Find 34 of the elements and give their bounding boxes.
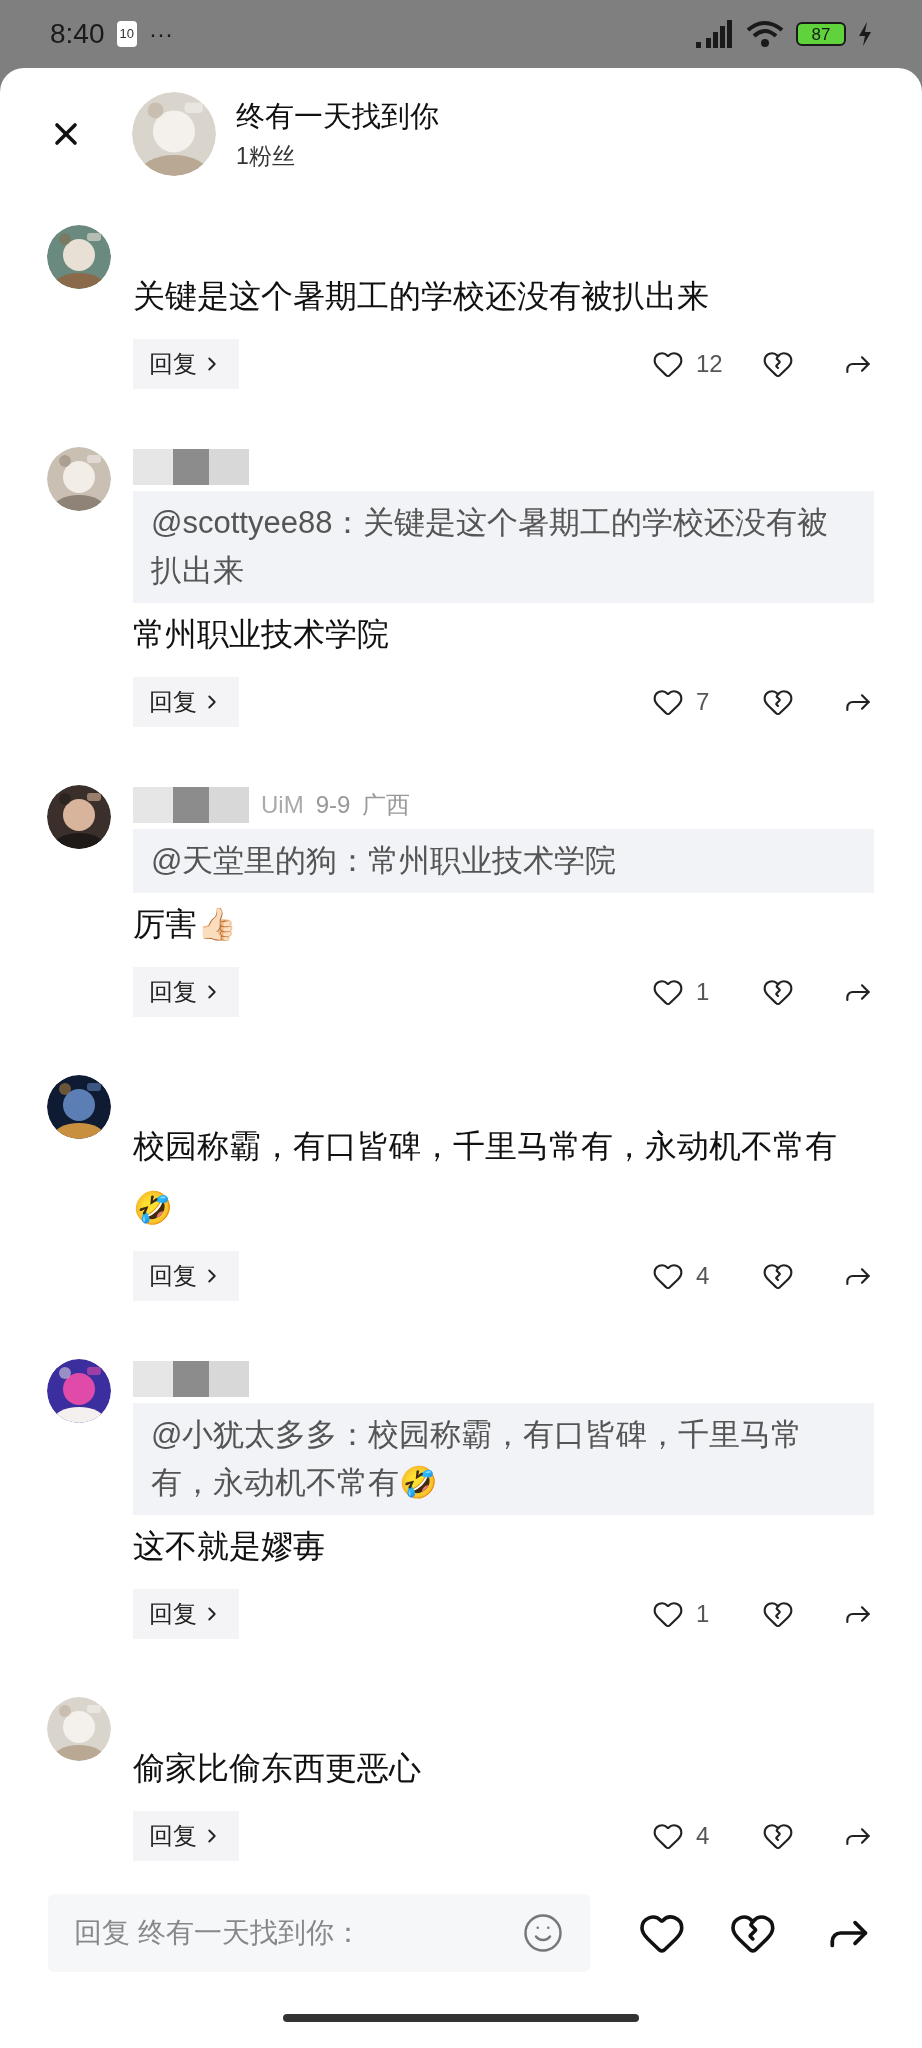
- more-notifications: ···: [148, 19, 173, 49]
- reply-button[interactable]: 回复: [133, 339, 239, 389]
- reply-button[interactable]: 回复: [133, 677, 239, 727]
- like-button[interactable]: 4: [652, 1258, 762, 1294]
- profile-name: 终有一天找到你: [236, 99, 439, 134]
- like-button[interactable]: 12: [652, 346, 762, 382]
- comment-text: 厉害👍🏻: [133, 905, 238, 944]
- signal-icon: [694, 20, 734, 48]
- comment-text: 这不就是嫪毐: [133, 1527, 326, 1566]
- clock-time: 8:40: [50, 17, 105, 51]
- username: UiM: [261, 790, 304, 820]
- like-button[interactable]: 1: [652, 974, 762, 1010]
- reply-button[interactable]: 回复: [133, 1589, 239, 1639]
- notification-badge: 10: [116, 21, 137, 47]
- like-button[interactable]: 7: [652, 684, 762, 720]
- comment-meta: 9-9: [315, 790, 351, 820]
- like-button[interactable]: 1: [652, 1596, 762, 1632]
- quoted-comment: @天堂里的狗：常州职业技术学院: [133, 829, 874, 893]
- comment-text: 偷家比偷东西更恶心: [133, 1749, 422, 1788]
- like-button[interactable]: 4: [652, 1818, 762, 1854]
- emoji-icon[interactable]: [521, 1912, 564, 1954]
- reply-button[interactable]: 回复: [133, 967, 239, 1017]
- follower-count: 1粉丝: [236, 141, 296, 171]
- wifi-icon: [746, 20, 784, 48]
- comment-text: 关键是这个暑期工的学校还没有被扒出来: [133, 277, 710, 316]
- battery-indicator: 87: [796, 22, 846, 46]
- quoted-comment: @小犹太多多：校园称霸，有口皆碑，千里马常有，永动机不常有🤣: [133, 1403, 874, 1515]
- charging-icon: [858, 22, 872, 46]
- quoted-comment: @scottyee88：关键是这个暑期工的学校还没有被扒出来: [133, 491, 874, 603]
- comment-meta: 广西: [362, 790, 411, 820]
- comment-text: 常州职业技术学院: [133, 615, 390, 654]
- comment-text: 校园称霸，有口皆碑，千里马常有，永动机不常有🤣: [133, 1127, 838, 1228]
- reply-button[interactable]: 回复: [133, 1811, 239, 1861]
- reply-button[interactable]: 回复: [133, 1251, 239, 1301]
